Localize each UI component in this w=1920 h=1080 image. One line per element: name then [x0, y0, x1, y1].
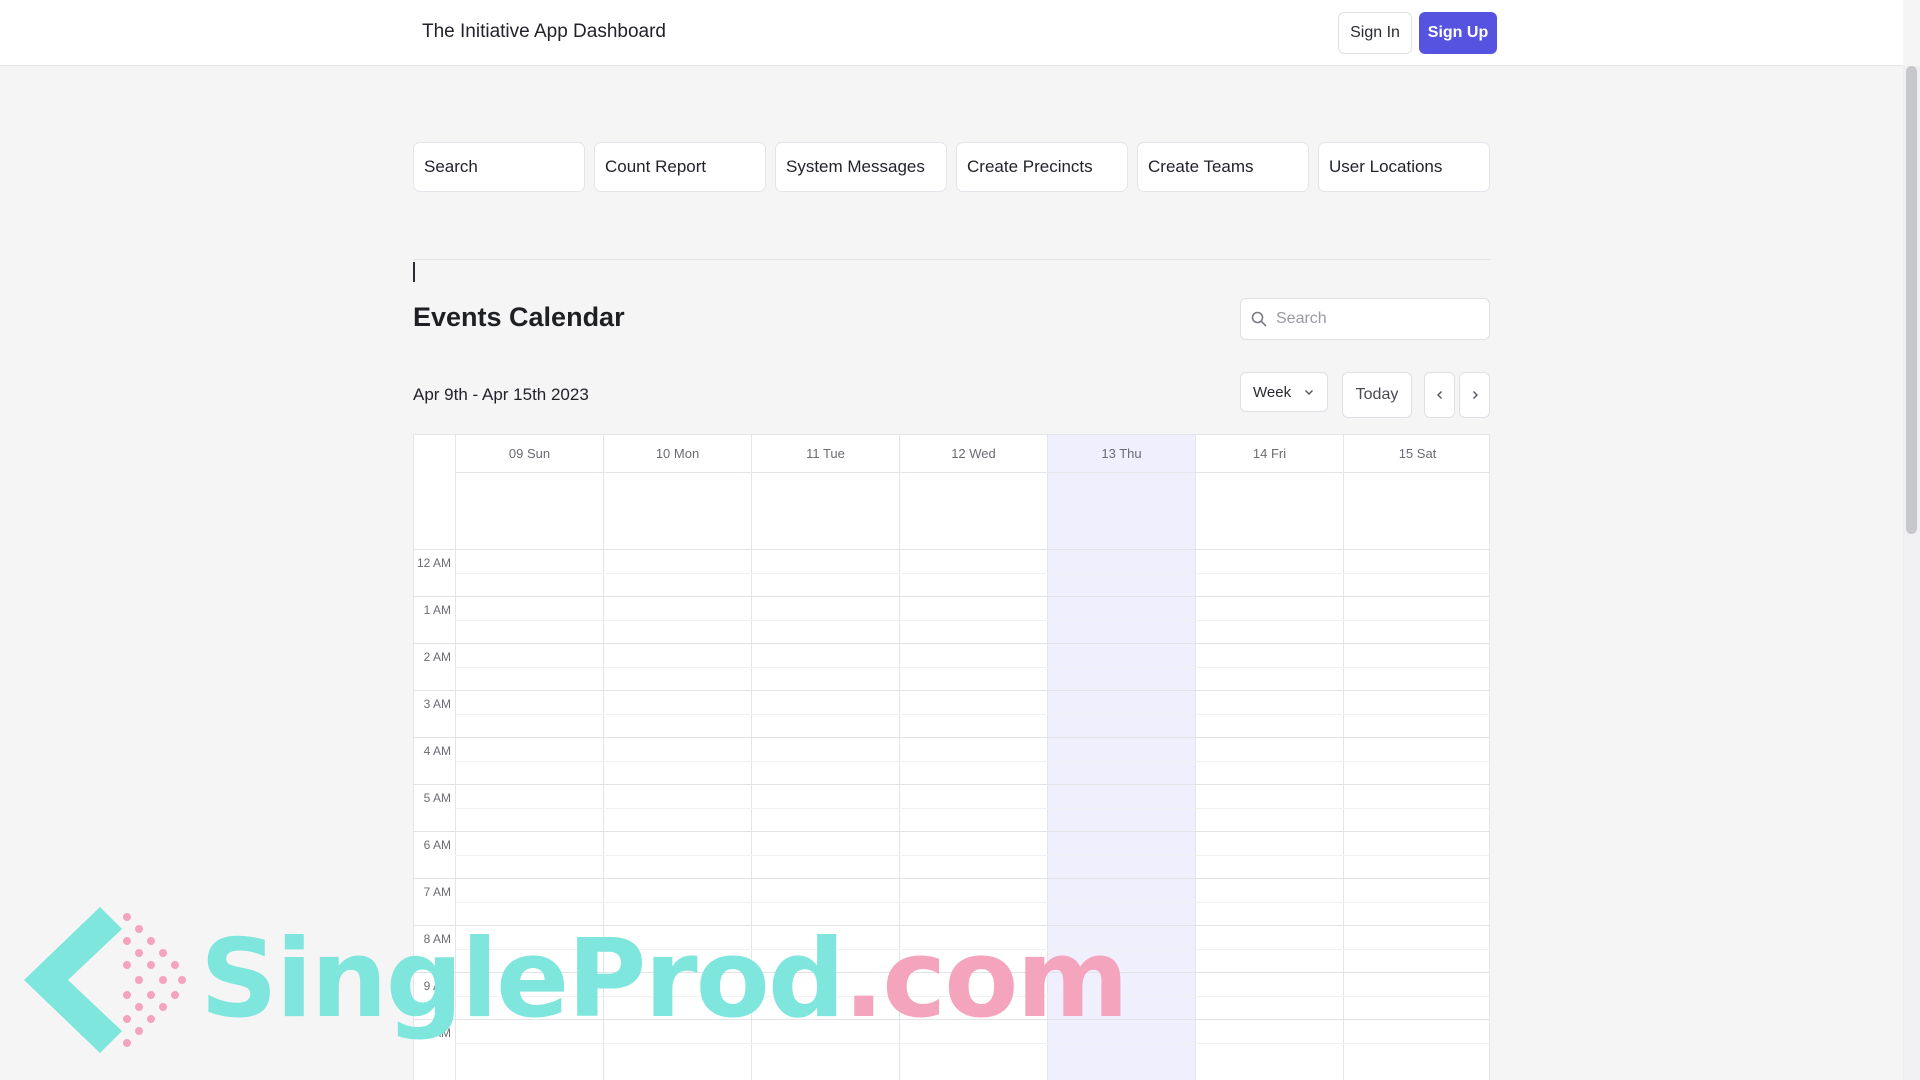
nav-card-search[interactable]: Search — [413, 142, 585, 192]
text-cursor — [413, 262, 415, 282]
hour-label: 12 AM — [416, 556, 451, 570]
chevron-left-icon — [1436, 391, 1442, 399]
half-hour-line — [455, 855, 1489, 856]
half-hour-line — [455, 902, 1489, 903]
day-header[interactable]: 09 Sun — [455, 435, 603, 473]
nav-card-count-report[interactable]: Count Report — [594, 142, 766, 192]
app-title[interactable]: The Initiative App Dashboard — [422, 21, 666, 43]
hour-label: 1 AM — [423, 603, 451, 617]
hour-row[interactable] — [414, 925, 1489, 972]
half-hour-line — [455, 761, 1489, 762]
sign-up-button[interactable]: Sign Up — [1419, 12, 1497, 54]
calendar-title: Events Calendar — [413, 302, 625, 332]
hour-row[interactable] — [414, 549, 1489, 596]
hour-label: 7 AM — [423, 885, 451, 899]
calendar-search[interactable] — [1240, 298, 1490, 340]
day-header[interactable]: 12 Wed — [899, 435, 1047, 473]
half-hour-line — [455, 573, 1489, 574]
hour-label: 10 AM — [416, 1026, 451, 1040]
chevron-right-icon — [1472, 391, 1478, 399]
half-hour-line — [455, 667, 1489, 668]
hour-row[interactable] — [414, 690, 1489, 737]
dashboard-nav: Search Count Report System Messages Crea… — [413, 142, 1490, 192]
date-range: Apr 9th - Apr 15th 2023 — [413, 385, 589, 404]
scrollbar-thumb[interactable] — [1906, 66, 1917, 534]
hour-row[interactable] — [414, 972, 1489, 1019]
hour-row[interactable] — [414, 1019, 1489, 1066]
hour-row[interactable] — [414, 784, 1489, 831]
top-navbar: The Initiative App Dashboard Sign In Sig… — [0, 0, 1903, 66]
day-header[interactable]: 14 Fri — [1195, 435, 1343, 473]
week-calendar-grid: 09 Sun 10 Mon 11 Tue 12 Wed 13 Thu 14 Fri 15 S… — [413, 434, 1490, 1080]
half-hour-line — [455, 949, 1489, 950]
hour-label: 2 AM — [423, 650, 451, 664]
page-scrollbar[interactable] — [1903, 66, 1920, 1080]
hour-label: 6 AM — [423, 838, 451, 852]
half-hour-line — [455, 808, 1489, 809]
hour-row[interactable] — [414, 643, 1489, 690]
sign-in-button[interactable]: Sign In — [1338, 12, 1412, 54]
half-hour-line — [455, 996, 1489, 997]
next-week-button[interactable] — [1459, 372, 1490, 418]
view-select-value: Week — [1253, 383, 1292, 401]
hour-row[interactable] — [414, 878, 1489, 925]
hour-row[interactable] — [414, 831, 1489, 878]
nav-card-create-precincts[interactable]: Create Precincts — [956, 142, 1128, 192]
half-hour-line — [455, 620, 1489, 621]
hour-row[interactable] — [414, 596, 1489, 643]
today-button[interactable]: Today — [1342, 372, 1412, 418]
day-header[interactable]: 11 Tue — [751, 435, 899, 473]
section-divider — [413, 259, 1490, 260]
calendar-search-input[interactable] — [1276, 310, 1476, 328]
hour-row[interactable] — [414, 737, 1489, 784]
nav-card-system-messages[interactable]: System Messages — [775, 142, 947, 192]
hour-label: 4 AM — [423, 744, 451, 758]
prev-week-button[interactable] — [1424, 372, 1455, 418]
half-hour-line — [455, 714, 1489, 715]
search-icon — [1251, 311, 1267, 327]
chevron-down-icon — [1305, 390, 1313, 395]
hour-label: 5 AM — [423, 791, 451, 805]
nav-card-create-teams[interactable]: Create Teams — [1137, 142, 1309, 192]
hour-label: 8 AM — [423, 932, 451, 946]
watermark-logo-icon — [24, 907, 186, 1053]
view-select[interactable]: Week — [1240, 372, 1328, 412]
nav-card-user-locations[interactable]: User Locations — [1318, 142, 1490, 192]
half-hour-line — [455, 1043, 1489, 1044]
hour-label: 3 AM — [423, 697, 451, 711]
hour-label: 9 AM — [423, 979, 451, 993]
day-header[interactable]: 10 Mon — [603, 435, 751, 473]
day-header[interactable]: 15 Sat — [1343, 435, 1489, 473]
day-header[interactable]: 13 Thu — [1047, 435, 1195, 473]
